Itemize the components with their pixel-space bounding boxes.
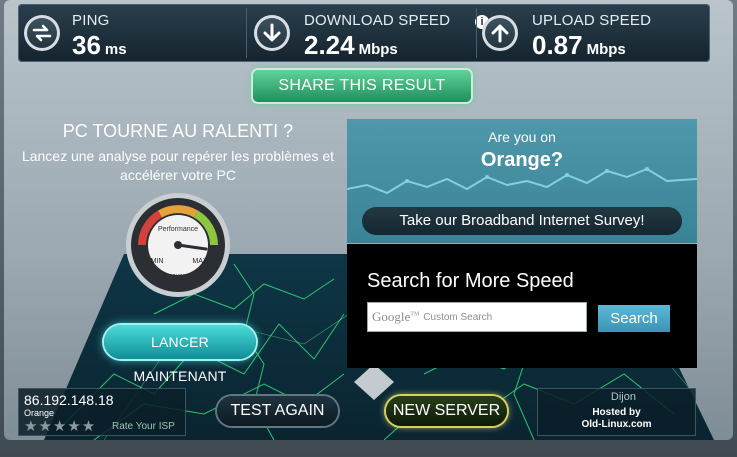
ping-icon [24,15,60,51]
new-server-button[interactable]: NEW SERVER [386,396,507,426]
results-bar: PING 36 ms DOWNLOAD SPEED 2.24 Mbps i UPLO… [18,4,710,62]
search-title: Search for More Speed [367,270,574,292]
test-again-button[interactable]: TEST AGAIN [217,396,338,426]
share-result-button[interactable]: SHARE THIS RESULT [253,70,471,102]
ping-value: 36 ms [72,30,127,61]
server-city: Dijon [610,391,636,403]
ping-metric: PING 36 ms [18,4,244,62]
download-number: 2.24 [304,30,355,60]
download-arrow-icon [254,15,290,51]
isp-survey-panel: Are you on Orange? Take our Broadband In… [347,119,697,243]
upload-number: 0.87 [532,30,583,60]
hosted-by-label: Hosted by [592,407,641,418]
google-logo-text: Google [372,309,411,324]
custom-search-panel: Search for More Speed GoogleTM Custom Se… [347,244,697,368]
search-placeholder: Custom Search [423,311,493,323]
upload-label: UPLOAD SPEED [532,12,652,29]
upload-arrow-icon [482,15,518,51]
upload-unit: Mbps [586,41,626,58]
download-value: 2.24 Mbps [304,30,398,61]
upload-metric: UPLOAD SPEED 0.87 Mbps [478,4,708,62]
ad-title: PC TOURNE AU RALENTI ? [62,121,294,141]
gauge-max-label: MAX [192,258,208,265]
gauge-min-label: MIN [151,258,164,265]
server-info-box: Dijon Hosted by Old-Linux.com [537,388,696,436]
launch-scan-button[interactable]: LANCER MAINTENANT [104,325,256,384]
upload-value: 0.87 Mbps [532,30,626,61]
rate-isp-link[interactable]: Rate Your ISP [112,421,175,432]
divider [476,8,477,58]
take-survey-button[interactable]: Take our Broadband Internet Survey! [362,207,682,235]
ping-label: PING [72,12,110,29]
download-metric: DOWNLOAD SPEED 2.24 Mbps [250,4,476,62]
performance-gauge: Performance MIN MAX SECURITY [126,193,230,297]
google-logo: GoogleTM [372,309,419,325]
download-label: DOWNLOAD SPEED [304,12,451,29]
ping-unit: ms [104,41,127,58]
ping-number: 36 [72,30,101,60]
search-input[interactable]: GoogleTM Custom Search [367,302,587,332]
search-button[interactable]: Search [598,305,670,332]
survey-line1: Are you on [488,129,556,145]
client-ip: 86.192.148.18 [24,392,114,408]
isp-rating-stars[interactable]: ★★★★★ [24,417,96,435]
gauge-security-label: SECURITY [165,274,191,280]
divider [246,8,247,58]
download-unit: Mbps [358,41,398,58]
google-tm: TM [410,311,420,318]
gauge-performance-label: Performance [158,226,198,233]
survey-isp-name: Orange? [480,149,564,171]
server-host: Old-Linux.com [581,419,652,430]
ad-subtitle: Lancez une analyse pour repérer les prob… [21,148,335,183]
client-info-box: 86.192.148.18 Orange ★★★★★ Rate Your ISP [18,388,186,436]
